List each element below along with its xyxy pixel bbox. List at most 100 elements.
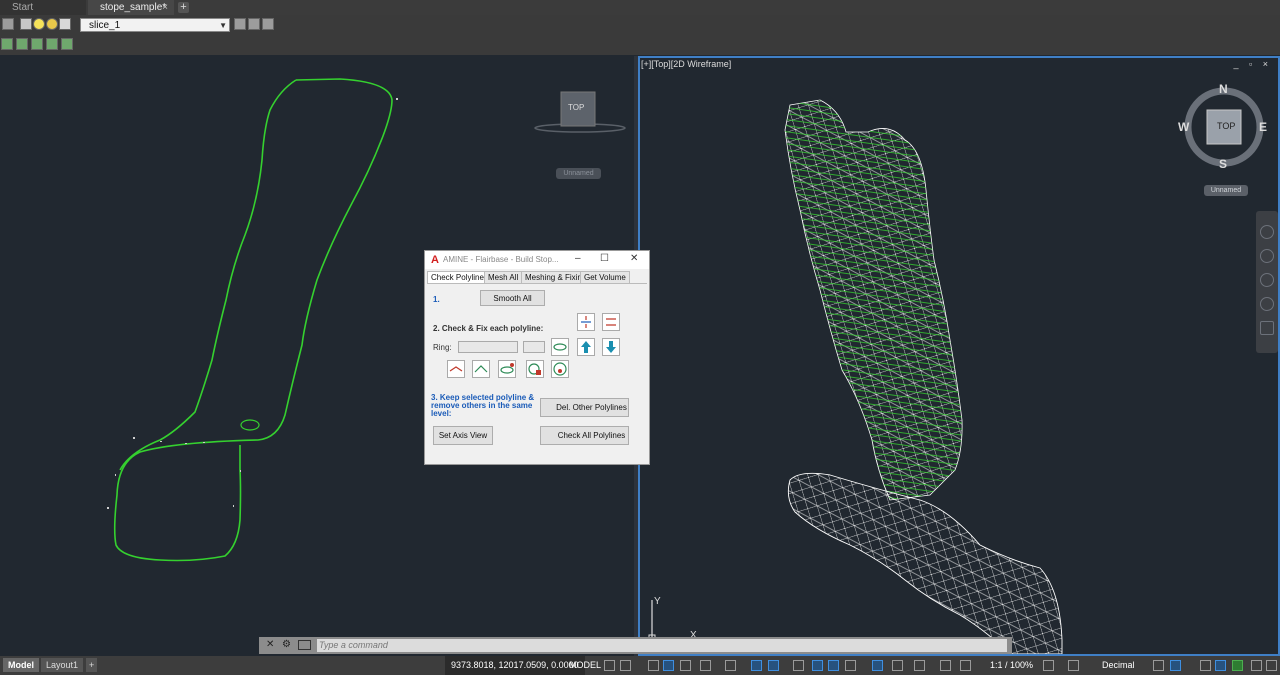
- workspace-gear-icon[interactable]: [1043, 660, 1054, 671]
- maximize-icon[interactable]: ☐: [600, 253, 609, 264]
- smooth-all-button[interactable]: Smooth All: [480, 290, 545, 306]
- wrench-icon[interactable]: ⚙: [282, 639, 291, 650]
- isolate-objects-icon[interactable]: [1200, 660, 1211, 671]
- ring-index-field[interactable]: [523, 341, 545, 353]
- polar-tracking-icon[interactable]: [700, 660, 711, 671]
- close-polyline-icon[interactable]: [526, 360, 544, 378]
- arrow-up-icon[interactable]: [577, 338, 595, 356]
- layout1-tab[interactable]: Layout1: [41, 658, 84, 672]
- annotation-scale[interactable]: 1:1 / 100%: [990, 656, 1033, 675]
- left-ucs-menu[interactable]: Unnamed: [556, 168, 601, 179]
- snap-icon[interactable]: [620, 660, 631, 671]
- quick-properties-icon[interactable]: [1153, 660, 1164, 671]
- make-current-icon[interactable]: [234, 18, 246, 30]
- minimize-icon[interactable]: –: [575, 253, 581, 264]
- left-viewcube-top-label[interactable]: TOP: [568, 103, 584, 112]
- arrow-down-icon[interactable]: [602, 338, 620, 356]
- pan-hand-icon[interactable]: [1260, 249, 1274, 263]
- stope-builder-dialog: A AMINE - Flairbase - Build Stop... – ☐ …: [424, 250, 650, 465]
- zoom-to-ring-icon[interactable]: [551, 338, 569, 356]
- stope-tool-3-icon[interactable]: [31, 38, 43, 50]
- layer-state-icon[interactable]: [20, 18, 32, 30]
- command-input[interactable]: Type a command: [317, 639, 1007, 652]
- align-center-icon[interactable]: [577, 313, 595, 331]
- compass-south-label[interactable]: S: [1219, 157, 1227, 171]
- annotation-visibility-icon[interactable]: [940, 660, 951, 671]
- check-polyline-icon[interactable]: [551, 360, 569, 378]
- object-snap-icon[interactable]: [768, 660, 779, 671]
- selection-cycling-icon[interactable]: [828, 660, 839, 671]
- add-vertex-icon[interactable]: [498, 360, 516, 378]
- viewport-label[interactable]: [+][Top][2D Wireframe]: [641, 59, 731, 69]
- ucs-menu[interactable]: Unnamed: [1204, 185, 1248, 196]
- right-viewport[interactable]: [+][Top][2D Wireframe] _ ▫ × TOP N S E W…: [638, 56, 1280, 656]
- match-layer-icon[interactable]: [248, 18, 260, 30]
- model-space-toggle[interactable]: MODEL: [566, 656, 604, 675]
- layer-properties-icon[interactable]: [2, 18, 14, 30]
- lock-icon[interactable]: [59, 18, 71, 30]
- dynamic-input-icon[interactable]: [663, 660, 674, 671]
- annotation-monitor-icon[interactable]: [1068, 660, 1079, 671]
- viewport-window-controls[interactable]: _ ▫ ×: [1234, 59, 1272, 69]
- stope-tool-1-icon[interactable]: [1, 38, 13, 50]
- object-snap-tracking-icon[interactable]: [751, 660, 762, 671]
- layer-dropdown[interactable]: slice_1 ▼: [80, 18, 230, 32]
- showmotion-icon[interactable]: [1260, 321, 1274, 335]
- new-tab-button[interactable]: +: [178, 2, 189, 13]
- recent-commands-icon[interactable]: [298, 640, 311, 650]
- ring-name-field[interactable]: [458, 341, 518, 353]
- grid-icon[interactable]: [604, 660, 615, 671]
- add-layout-button[interactable]: +: [86, 658, 98, 672]
- compass-east-label[interactable]: E: [1259, 120, 1267, 134]
- reverse-direction-icon[interactable]: [602, 313, 620, 331]
- units-selector[interactable]: Decimal: [1102, 656, 1135, 675]
- menu-icon[interactable]: [1266, 660, 1277, 671]
- viewcube-top-face[interactable]: TOP: [1217, 121, 1235, 131]
- dynamic-ucs-icon[interactable]: [872, 660, 883, 671]
- transparency-icon[interactable]: [812, 660, 823, 671]
- model-layout-tab[interactable]: Model: [3, 658, 39, 672]
- infer-constraints-icon[interactable]: [648, 660, 659, 671]
- compass-west-label[interactable]: W: [1178, 120, 1189, 134]
- compass-north-label[interactable]: N: [1219, 82, 1228, 96]
- stope-tool-4-icon[interactable]: [46, 38, 58, 50]
- ortho-icon[interactable]: [680, 660, 691, 671]
- gizmo-icon[interactable]: [914, 660, 925, 671]
- stope-mesh-drawing: [648, 87, 1264, 655]
- close-command-line-icon[interactable]: ✕: [266, 639, 274, 650]
- tab-start[interactable]: Start: [0, 0, 86, 15]
- isodraft-icon[interactable]: [725, 660, 736, 671]
- stope-tool-2-icon[interactable]: [16, 38, 28, 50]
- zoom-extents-icon[interactable]: [1260, 273, 1274, 287]
- set-axis-view-button[interactable]: Set Axis View: [433, 426, 493, 445]
- tab-stope-label: stope_sample*: [100, 2, 167, 13]
- tab-start-label: Start: [12, 2, 34, 13]
- 3d-object-snap-icon[interactable]: [845, 660, 856, 671]
- fix-vertex-icon[interactable]: [447, 360, 465, 378]
- hardware-acceleration-icon[interactable]: [1215, 660, 1226, 671]
- tab-stope-sample[interactable]: stope_sample* ×: [88, 0, 174, 15]
- document-tab-bar: Start stope_sample* × +: [0, 0, 1280, 15]
- dialog-title-bar[interactable]: A AMINE - Flairbase - Build Stop... – ☐ …: [425, 251, 649, 269]
- step2-label: 2. Check & Fix each polyline:: [433, 324, 544, 333]
- sun-freeze-icon[interactable]: [46, 18, 58, 30]
- close-tab-icon[interactable]: ×: [162, 0, 168, 15]
- step1-label: 1.: [433, 295, 440, 304]
- auto-scale-icon[interactable]: [960, 660, 971, 671]
- check-all-polylines-button[interactable]: Check All Polylines: [540, 426, 629, 445]
- customization-icon[interactable]: [1251, 660, 1262, 671]
- lightbulb-icon[interactable]: [33, 18, 45, 30]
- selection-filter-icon[interactable]: [892, 660, 903, 671]
- fix-segment-icon[interactable]: [472, 360, 490, 378]
- coordinates-readout[interactable]: 9373.8018, 12017.0509, 0.0000: [445, 656, 585, 675]
- lock-ui-icon[interactable]: [1170, 660, 1181, 671]
- clean-screen-icon[interactable]: [1232, 660, 1243, 671]
- steering-wheel-icon[interactable]: [1260, 225, 1274, 239]
- del-other-polylines-button[interactable]: Del. Other Polylines: [540, 398, 629, 417]
- layer-previous-icon[interactable]: [262, 18, 274, 30]
- close-icon[interactable]: ✕: [630, 253, 638, 264]
- orbit-icon[interactable]: [1260, 297, 1274, 311]
- autocad-logo-icon: A: [431, 254, 439, 266]
- stope-tool-5-icon[interactable]: [61, 38, 73, 50]
- lineweight-icon[interactable]: [793, 660, 804, 671]
